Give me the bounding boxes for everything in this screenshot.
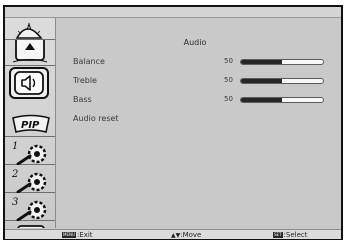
select-hint: SET:Select bbox=[273, 231, 307, 239]
sidebar-item-configuration-3[interactable]: 3 bbox=[5, 193, 55, 221]
picture-icon bbox=[15, 22, 43, 39]
footer-hints: MENU:Exit ▲▼:Move SET:Select bbox=[5, 229, 341, 239]
balance-value: 50 bbox=[224, 57, 233, 65]
bass-label: Bass bbox=[73, 95, 92, 104]
up-down-arrows-icon: ▲▼ bbox=[171, 232, 181, 239]
configuration-2-number: 2 bbox=[11, 169, 18, 180]
sidebar-item-picture[interactable] bbox=[5, 18, 55, 40]
treble-slider-fill bbox=[241, 79, 282, 83]
configuration-3-number: 3 bbox=[12, 197, 18, 208]
pip-icon: PIP bbox=[12, 114, 50, 133]
move-hint: ▲▼:Move bbox=[171, 231, 201, 239]
audio-settings-osd: PIP 1 2 3 Audio Balance 50 Treble 50 Bas… bbox=[3, 5, 343, 240]
balance-label: Balance bbox=[73, 57, 105, 66]
bass-slider-fill bbox=[241, 98, 282, 102]
configuration-1-icon: 1 bbox=[12, 141, 47, 165]
balance-slider[interactable] bbox=[240, 59, 324, 65]
exit-hint: MENU:Exit bbox=[62, 231, 93, 239]
set-key-icon: SET bbox=[273, 232, 283, 238]
configuration-1-number: 1 bbox=[12, 141, 18, 152]
osd-header-bar bbox=[5, 7, 341, 18]
bass-slider[interactable] bbox=[240, 97, 324, 103]
exit-hint-label: :Exit bbox=[76, 231, 93, 239]
select-hint-label: :Select bbox=[283, 231, 308, 239]
sidebar-item-pip[interactable]: PIP bbox=[5, 110, 55, 137]
sidebar-item-configuration-2[interactable]: 2 bbox=[5, 165, 55, 193]
sidebar-item-configuration-1[interactable]: 1 bbox=[5, 137, 55, 165]
audio-reset-label: Audio reset bbox=[73, 114, 119, 123]
sidebar-item-screen[interactable] bbox=[5, 40, 55, 66]
configuration-3-icon: 3 bbox=[12, 197, 47, 221]
treble-slider[interactable] bbox=[240, 78, 324, 84]
sidebar-item-advanced-option[interactable] bbox=[5, 221, 55, 228]
page-title: Audio bbox=[183, 38, 207, 47]
screen-icon bbox=[12, 40, 48, 63]
bass-value: 50 bbox=[224, 95, 233, 103]
menu-sidebar: PIP 1 2 3 bbox=[5, 18, 56, 228]
balance-slider-fill bbox=[241, 60, 282, 64]
treble-value: 50 bbox=[224, 76, 233, 84]
pip-label: PIP bbox=[21, 120, 40, 131]
menu-key-icon: MENU bbox=[62, 232, 76, 238]
treble-label: Treble bbox=[73, 76, 97, 85]
configuration-2-icon: 2 bbox=[11, 169, 47, 193]
move-hint-label: :Move bbox=[180, 231, 202, 239]
speaker-icon bbox=[14, 71, 44, 95]
advanced-option-icon bbox=[17, 225, 45, 228]
sidebar-item-audio[interactable] bbox=[9, 67, 49, 99]
